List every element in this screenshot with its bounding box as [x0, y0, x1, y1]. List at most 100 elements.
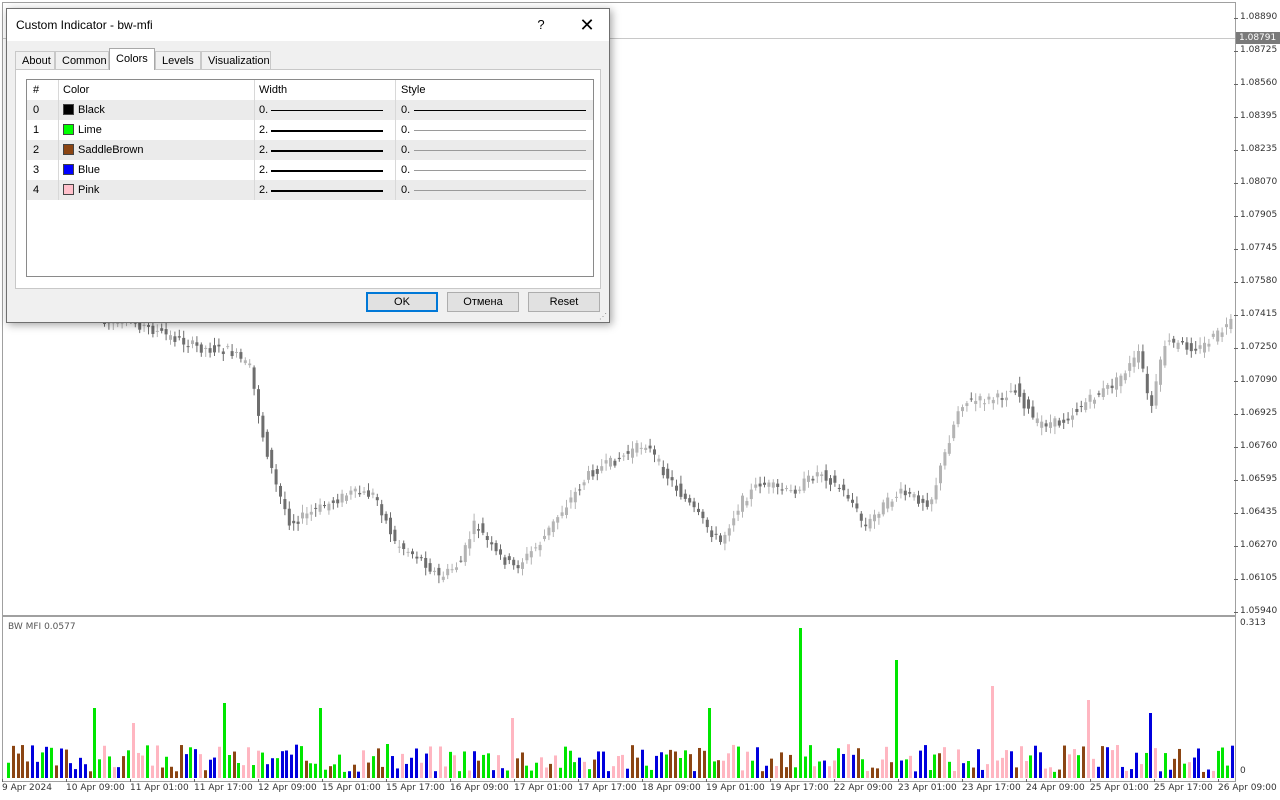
- table-row[interactable]: 1 Lime 2. 0.: [27, 120, 593, 140]
- help-button[interactable]: ?: [529, 15, 553, 35]
- mfi-bar: [468, 770, 471, 778]
- color-cell[interactable]: Black: [59, 100, 255, 120]
- candle-body: [877, 513, 881, 518]
- mfi-bar: [252, 765, 255, 778]
- width-cell[interactable]: 0.: [255, 100, 396, 120]
- color-cell[interactable]: SaddleBrown: [59, 140, 255, 160]
- mfi-bar: [353, 764, 356, 778]
- color-cell[interactable]: Blue: [59, 160, 255, 180]
- header-width[interactable]: Width: [255, 80, 396, 100]
- width-cell[interactable]: 2.: [255, 120, 396, 140]
- candle-body: [415, 556, 419, 559]
- mfi-bar: [981, 769, 984, 778]
- candle-body: [723, 534, 727, 544]
- time-tick-label: 15 Apr 01:00: [322, 779, 381, 793]
- resize-grip-icon[interactable]: ⋰: [599, 312, 607, 321]
- candle-body: [1216, 330, 1220, 342]
- dialog-titlebar[interactable]: Custom Indicator - bw-mfi ? ✕: [7, 9, 609, 41]
- candle-body: [437, 567, 441, 576]
- cancel-button[interactable]: Отмена: [447, 292, 519, 312]
- mfi-histogram: [7, 628, 1234, 778]
- mfi-bar: [645, 765, 648, 778]
- style-cell[interactable]: 0.: [396, 180, 593, 200]
- mfi-bar: [545, 767, 548, 778]
- candle-body: [648, 445, 652, 449]
- mfi-bar: [1097, 766, 1100, 778]
- table-row[interactable]: 2 SaddleBrown 2. 0.: [27, 140, 593, 160]
- color-cell[interactable]: Pink: [59, 180, 255, 200]
- width-preview-line: [271, 130, 383, 132]
- candle-body: [353, 488, 357, 492]
- width-cell[interactable]: 2.: [255, 160, 396, 180]
- mfi-bar: [665, 754, 668, 778]
- mfi-bar: [228, 754, 231, 778]
- table-row[interactable]: 3 Blue 2. 0.: [27, 160, 593, 180]
- header-style[interactable]: Style: [396, 80, 593, 100]
- mfi-bar: [833, 760, 836, 778]
- mfi-bar: [36, 761, 39, 778]
- mfi-bar: [1101, 746, 1104, 778]
- tab-colors[interactable]: Colors: [109, 48, 155, 70]
- tab-about[interactable]: About: [15, 51, 55, 69]
- candle-body: [345, 495, 348, 501]
- candle-body: [472, 520, 476, 535]
- style-cell[interactable]: 0.: [396, 120, 593, 140]
- width-cell[interactable]: 2.: [255, 140, 396, 160]
- price-tick-label: 1.06595: [1233, 474, 1278, 484]
- mfi-bar: [847, 744, 850, 778]
- candle-body: [736, 510, 740, 515]
- time-tick-label: 10 Apr 09:00: [66, 779, 125, 793]
- width-cell[interactable]: 2.: [255, 180, 396, 200]
- mfi-bar: [449, 751, 452, 778]
- candle-body: [1071, 415, 1074, 420]
- ok-button[interactable]: OK: [366, 292, 438, 312]
- candle-body: [622, 455, 626, 457]
- candle-body: [666, 468, 670, 479]
- mfi-bar: [1231, 745, 1234, 778]
- candle-body: [186, 346, 190, 348]
- header-color[interactable]: Color: [59, 80, 255, 100]
- candle-body: [1185, 342, 1189, 350]
- mfi-bar: [876, 768, 879, 778]
- mfi-bar: [525, 765, 528, 778]
- candle-body: [1079, 406, 1083, 408]
- color-cell[interactable]: Lime: [59, 120, 255, 140]
- time-tick-label: 26 Apr 09:00: [1218, 779, 1277, 793]
- table-row[interactable]: 4 Pink 2. 0.: [27, 180, 593, 200]
- tab-visualization[interactable]: Visualization: [201, 51, 271, 69]
- candle-body: [389, 517, 392, 535]
- mfi-bar: [1149, 713, 1152, 778]
- price-tick-label: 1.07905: [1233, 210, 1278, 220]
- indicator-window[interactable]: BW MFI 0.0577: [2, 616, 1236, 782]
- mfi-bar: [429, 746, 432, 778]
- candle-body: [1225, 324, 1228, 328]
- time-tick-label: 15 Apr 17:00: [386, 779, 445, 793]
- mfi-bar: [1005, 750, 1008, 778]
- mfi-bar: [516, 758, 519, 778]
- mfi-bar: [477, 760, 480, 778]
- tab-levels[interactable]: Levels: [155, 51, 201, 69]
- mfi-bar: [185, 754, 188, 778]
- candle-body: [204, 347, 208, 349]
- style-cell[interactable]: 0.: [396, 160, 593, 180]
- table-row[interactable]: 0 Black 0. 0.: [27, 100, 593, 120]
- candle-body: [301, 512, 304, 519]
- candle-body: [199, 344, 203, 353]
- style-cell[interactable]: 0.: [396, 100, 593, 120]
- tab-common[interactable]: Common: [55, 51, 109, 69]
- candle-body: [996, 393, 1000, 398]
- reset-button[interactable]: Reset: [528, 292, 600, 312]
- candle-body: [943, 452, 947, 466]
- candle-body: [279, 485, 282, 497]
- mfi-bar: [602, 751, 605, 778]
- dialog-title: Custom Indicator - bw-mfi: [16, 18, 153, 32]
- style-cell[interactable]: 0.: [396, 140, 593, 160]
- close-button[interactable]: ✕: [573, 14, 601, 36]
- mfi-bar: [137, 752, 140, 778]
- mfi-bar: [41, 752, 44, 778]
- mfi-bar: [31, 745, 34, 778]
- mfi-bar: [257, 750, 260, 778]
- candle-body: [688, 498, 692, 503]
- mfi-bar: [386, 744, 389, 778]
- mfi-bar: [1034, 745, 1037, 778]
